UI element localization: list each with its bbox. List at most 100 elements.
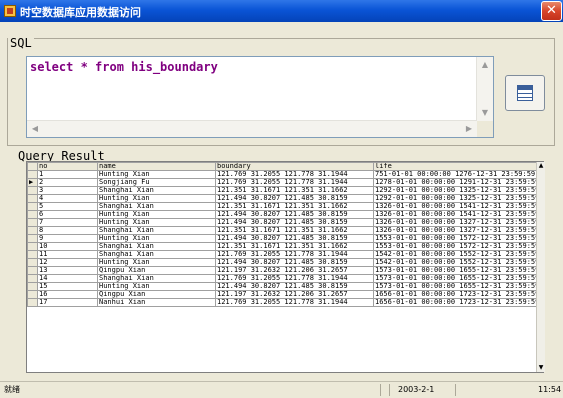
table-cell[interactable]: 6 — [37, 210, 98, 219]
table-row[interactable]: 7 Hunting Xian 121.494 30.8207 121.485 30.… — [27, 218, 537, 227]
column-header[interactable]: no — [37, 162, 98, 171]
row-indicator[interactable] — [27, 250, 38, 259]
table-cell[interactable]: 17 — [37, 298, 98, 307]
table-cell[interactable]: 2 — [37, 178, 98, 187]
table-cell[interactable]: 1656-01-01 00:00:00 1723-12-31 23:59:59 — [373, 290, 537, 299]
scroll-up-icon[interactable]: ▲ — [478, 58, 492, 72]
table-cell[interactable]: 121.769 31.2055 121.778 31.1944 — [215, 170, 374, 179]
table-cell[interactable]: Shanghai Xian — [97, 202, 216, 211]
row-indicator[interactable] — [27, 186, 38, 195]
row-indicator[interactable] — [27, 170, 38, 179]
table-cell[interactable]: 1 — [37, 170, 98, 179]
table-cell[interactable]: Hunting Xian — [97, 170, 216, 179]
table-cell[interactable]: Shanghai Xian — [97, 186, 216, 195]
table-cell[interactable]: 121.494 30.8207 121.485 30.8159 — [215, 258, 374, 267]
row-indicator[interactable] — [27, 210, 38, 219]
table-cell[interactable]: 1278-01-01 00:00:00 1291-12-31 23:59:59 — [373, 178, 537, 187]
table-row[interactable]: 11 Shanghai Xian 121.769 31.2055 121.778 3… — [27, 250, 537, 259]
column-header[interactable]: boundary — [215, 162, 374, 171]
table-cell[interactable]: 1542-01-01 00:00:00 1552-12-31 23:59:59 — [373, 258, 537, 267]
table-cell[interactable]: 5 — [37, 202, 98, 211]
row-indicator[interactable] — [27, 234, 38, 243]
table-cell[interactable]: 8 — [37, 226, 98, 235]
execute-query-button[interactable] — [505, 75, 545, 111]
table-cell[interactable]: 751-01-01 00:00:00 1276-12-31 23:59:59 — [373, 170, 537, 179]
table-cell[interactable]: Nanhui Xian — [97, 298, 216, 307]
table-cell[interactable]: 7 — [37, 218, 98, 227]
row-indicator[interactable] — [27, 218, 38, 227]
table-cell[interactable]: Hunting Xian — [97, 194, 216, 203]
table-cell[interactable]: 14 — [37, 274, 98, 283]
scroll-down-icon[interactable]: ▼ — [537, 364, 545, 372]
row-indicator[interactable] — [27, 226, 38, 235]
table-cell[interactable]: 121.769 31.2055 121.778 31.1944 — [215, 274, 374, 283]
table-cell[interactable]: 121.494 30.8207 121.485 30.8159 — [215, 282, 374, 291]
table-row[interactable]: 10 Shanghai Xian 121.351 31.1671 121.351 3… — [27, 242, 537, 251]
table-row[interactable]: 5 Shanghai Xian 121.351 31.1671 121.351 31… — [27, 202, 537, 211]
table-cell[interactable]: 121.351 31.1671 121.351 31.1662 — [215, 186, 374, 195]
row-indicator[interactable] — [27, 194, 38, 203]
table-cell[interactable]: 1326-01-01 00:00:00 1541-12-31 23:59:59 — [373, 210, 537, 219]
table-row[interactable]: 12 Hunting Xian 121.494 30.8207 121.485 30… — [27, 258, 537, 267]
table-cell[interactable]: 10 — [37, 242, 98, 251]
table-cell[interactable]: Hunting Xian — [97, 258, 216, 267]
table-cell[interactable]: 1326-01-01 00:00:00 1327-12-31 23:59:59 — [373, 226, 537, 235]
table-cell[interactable]: Hunting Xian — [97, 210, 216, 219]
table-cell[interactable]: 121.494 30.8207 121.485 30.8159 — [215, 194, 374, 203]
table-cell[interactable]: Hunting Xian — [97, 234, 216, 243]
sql-vertical-scrollbar[interactable]: ▲ ▼ — [476, 57, 493, 121]
query-result-grid[interactable]: no name boundary life 1 Hunting Xian 121.7… — [26, 161, 544, 373]
table-cell[interactable]: 1292-01-01 00:00:00 1325-12-31 23:59:59 — [373, 186, 537, 195]
table-row[interactable]: 3 Shanghai Xian 121.351 31.1671 121.351 31… — [27, 186, 537, 195]
sql-editor[interactable]: select * from his_boundary ▲ ▼ ◀ ▶ — [26, 56, 494, 138]
table-row[interactable]: 4 Hunting Xian 121.494 30.8207 121.485 30.… — [27, 194, 537, 203]
table-row[interactable]: 13 Qingpu Xian 121.197 31.2632 121.206 31.… — [27, 266, 537, 275]
table-cell[interactable]: Hunting Xian — [97, 282, 216, 291]
sql-horizontal-scrollbar[interactable]: ◀ ▶ — [27, 120, 477, 137]
table-cell[interactable]: 1573-01-01 00:00:00 1655-12-31 23:59:59 — [373, 266, 537, 275]
table-cell[interactable]: 12 — [37, 258, 98, 267]
title-bar[interactable]: 时空数据库应用数据访问 ✕ — [0, 0, 563, 22]
table-cell[interactable]: 1656-01-01 00:00:00 1723-12-31 23:59:59 — [373, 298, 537, 307]
table-cell[interactable]: Shanghai Xian — [97, 274, 216, 283]
table-cell[interactable]: 1542-01-01 00:00:00 1552-12-31 23:59:59 — [373, 250, 537, 259]
table-cell[interactable]: 16 — [37, 290, 98, 299]
table-cell[interactable]: Shanghai Xian — [97, 226, 216, 235]
scroll-down-icon[interactable]: ▼ — [478, 106, 492, 120]
table-cell[interactable]: 1553-01-01 00:00:00 1572-12-31 23:59:59 — [373, 242, 537, 251]
table-cell[interactable]: 1553-01-01 00:00:00 1572-12-31 23:59:59 — [373, 234, 537, 243]
table-cell[interactable]: 4 — [37, 194, 98, 203]
scroll-right-icon[interactable]: ▶ — [462, 122, 476, 136]
table-cell[interactable]: 121.351 31.1671 121.351 31.1662 — [215, 202, 374, 211]
close-button[interactable]: ✕ — [541, 1, 562, 21]
table-cell[interactable]: 121.351 31.1671 121.351 31.1662 — [215, 242, 374, 251]
table-cell[interactable]: Shanghai Xian — [97, 250, 216, 259]
table-cell[interactable]: 9 — [37, 234, 98, 243]
table-cell[interactable]: 1326-01-01 00:00:00 1327-12-31 23:59:59 — [373, 218, 537, 227]
table-row[interactable]: 8 Shanghai Xian 121.351 31.1671 121.351 31… — [27, 226, 537, 235]
table-cell[interactable]: Qingpu Xian — [97, 266, 216, 275]
table-cell[interactable]: 121.351 31.1671 121.351 31.1662 — [215, 226, 374, 235]
row-indicator[interactable] — [27, 298, 38, 307]
column-header[interactable]: name — [97, 162, 216, 171]
table-row[interactable]: 17 Nanhui Xian 121.769 31.2055 121.778 31.… — [27, 298, 537, 307]
table-cell[interactable]: 1573-01-01 00:00:00 1655-12-31 23:59:59 — [373, 282, 537, 291]
table-cell[interactable]: 1573-01-01 00:00:00 1655-12-31 23:59:59 — [373, 274, 537, 283]
table-cell[interactable]: 1292-01-01 00:00:00 1325-12-31 23:59:59 — [373, 194, 537, 203]
table-cell[interactable]: 121.197 31.2632 121.206 31.2657 — [215, 266, 374, 275]
table-cell[interactable]: Hunting Xian — [97, 218, 216, 227]
row-indicator[interactable] — [27, 274, 38, 283]
table-row[interactable]: 15 Hunting Xian 121.494 30.8207 121.485 30… — [27, 282, 537, 291]
table-row[interactable]: 16 Qingpu Xian 121.197 31.2632 121.206 31.… — [27, 290, 537, 299]
table-cell[interactable]: 15 — [37, 282, 98, 291]
result-vertical-scrollbar[interactable]: ▲ ▼ — [536, 162, 545, 372]
scroll-left-icon[interactable]: ◀ — [28, 122, 42, 136]
table-cell[interactable]: 121.494 30.8207 121.485 30.8159 — [215, 218, 374, 227]
table-cell[interactable]: 1326-01-01 00:00:00 1541-12-31 23:59:59 — [373, 202, 537, 211]
table-row[interactable]: ▶ 2 Songjiang Fu 121.769 31.2055 121.778 31… — [27, 178, 537, 187]
table-cell[interactable]: 13 — [37, 266, 98, 275]
table-row[interactable]: 9 Hunting Xian 121.494 30.8207 121.485 30.… — [27, 234, 537, 243]
table-cell[interactable]: 121.769 31.2055 121.778 31.1944 — [215, 178, 374, 187]
column-header[interactable]: life — [373, 162, 537, 171]
table-cell[interactable]: 3 — [37, 186, 98, 195]
